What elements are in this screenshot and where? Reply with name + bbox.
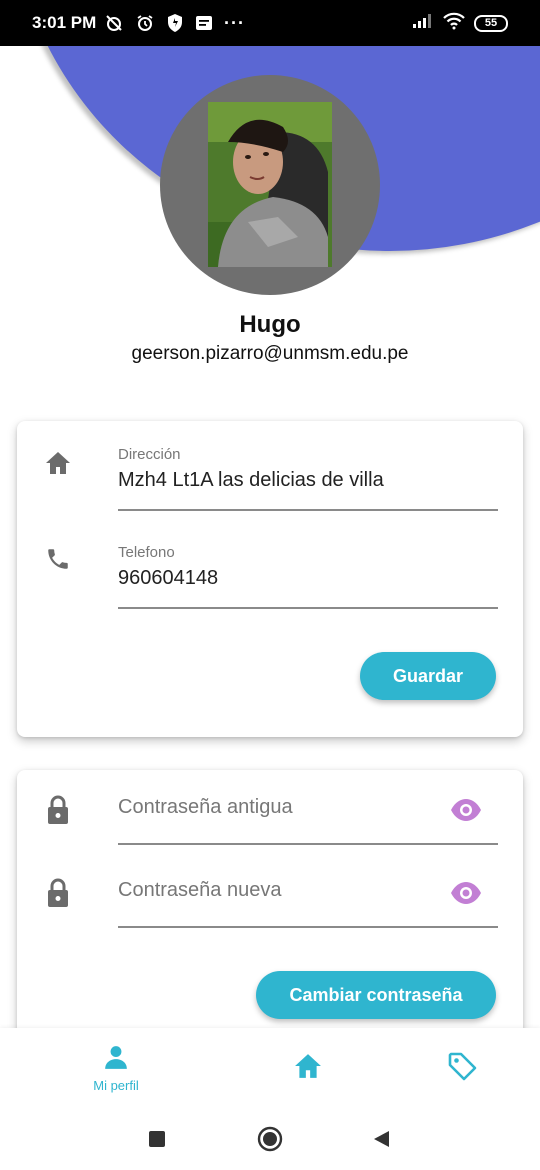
home-button[interactable]	[257, 1126, 283, 1152]
address-label: Dirección	[118, 446, 181, 463]
bottom-navigation: Mi perfil	[0, 1028, 540, 1108]
battery-icon: 55	[474, 15, 508, 32]
person-icon	[103, 1044, 129, 1075]
back-button[interactable]	[368, 1126, 394, 1152]
signal-icon	[412, 13, 434, 34]
save-button[interactable]: Guardar	[360, 652, 496, 700]
nav-item-offers[interactable]	[412, 1028, 512, 1108]
wifi-icon	[442, 12, 466, 35]
status-bar: 3:01 PM ··· 55	[0, 0, 540, 46]
phone-icon	[44, 545, 72, 573]
nav-item-home[interactable]	[258, 1028, 358, 1108]
shield-icon	[166, 13, 184, 33]
contact-info-card: Dirección Mzh4 Lt1A las delicias de vill…	[17, 421, 523, 737]
status-time: 3:01 PM	[32, 13, 97, 32]
status-system-icons: 55	[412, 12, 508, 35]
lock-icon	[44, 795, 72, 824]
avatar[interactable]	[160, 75, 380, 295]
eye-icon[interactable]	[449, 798, 483, 822]
tag-icon	[447, 1051, 477, 1086]
profile-photo	[208, 102, 332, 267]
new-password-underline	[118, 926, 498, 928]
home-icon	[294, 1053, 322, 1084]
lock-icon	[44, 878, 72, 907]
system-navigation-bar	[0, 1108, 540, 1170]
home-icon	[44, 449, 72, 477]
nav-item-profile-label: Mi perfil	[93, 1077, 139, 1093]
more-indicator: ···	[224, 12, 245, 33]
address-field[interactable]: Mzh4 Lt1A las delicias de villa	[118, 469, 384, 492]
alarm-icon	[135, 13, 155, 33]
profile-email: geerson.pizarro@unmsm.edu.pe	[131, 343, 409, 364]
message-icon	[195, 14, 213, 32]
change-password-button[interactable]: Cambiar contraseña	[256, 971, 496, 1019]
old-password-underline	[118, 843, 498, 845]
status-notification-icons: ···	[104, 11, 245, 35]
alarm-off-icon	[104, 13, 124, 33]
phone-underline	[118, 607, 498, 609]
recent-apps-button[interactable]	[144, 1126, 170, 1152]
password-card: Contraseña antigua Contraseña nueva Camb…	[17, 770, 523, 1050]
new-password-field[interactable]: Contraseña nueva	[118, 879, 281, 902]
eye-icon[interactable]	[449, 881, 483, 905]
profile-name: Hugo	[239, 311, 301, 338]
nav-item-profile[interactable]: Mi perfil	[66, 1028, 166, 1108]
phone-label: Telefono	[118, 544, 175, 561]
address-underline	[118, 509, 498, 511]
old-password-field[interactable]: Contraseña antigua	[118, 796, 293, 819]
phone-field[interactable]: 960604148	[118, 567, 218, 590]
